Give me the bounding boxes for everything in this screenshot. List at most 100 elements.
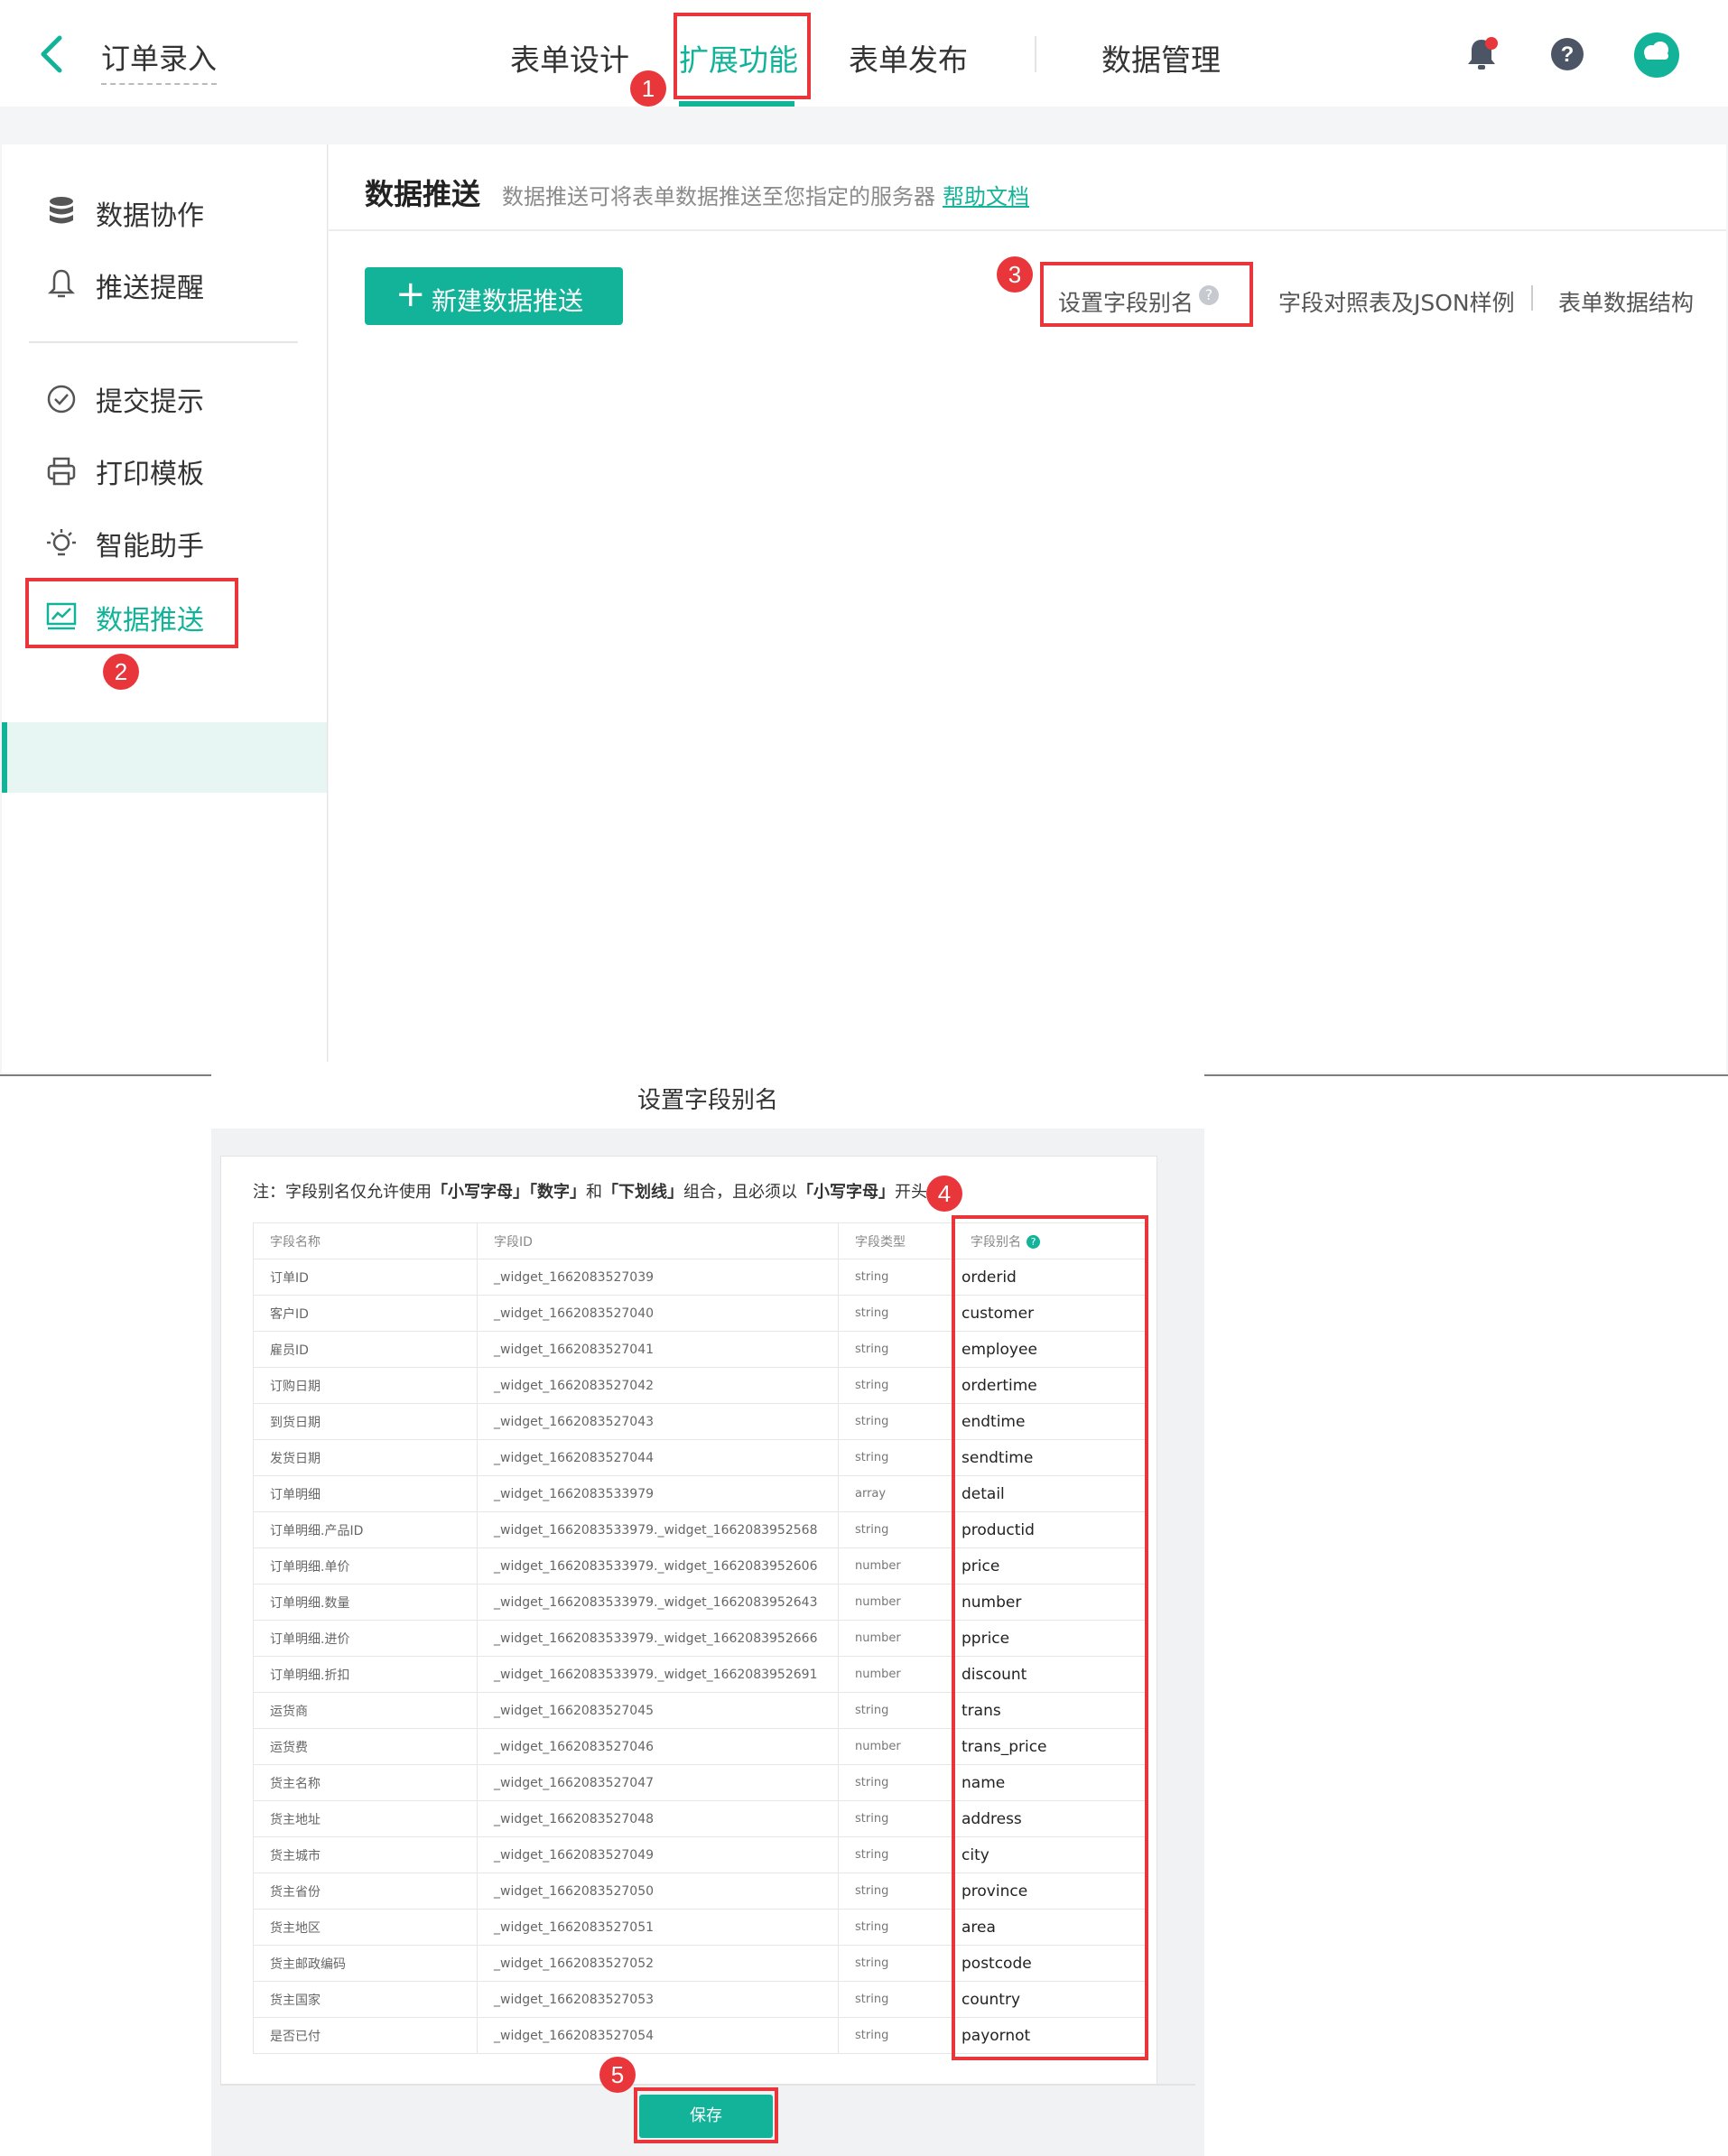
field-id-cell: _widget_1662083533979._widget_1662083952… (477, 1511, 839, 1548)
form-data-structure-link[interactable]: 表单数据结构 (1558, 285, 1694, 318)
field-name-cell: 运货商 (253, 1692, 478, 1729)
field-type-cell: string (838, 1873, 954, 1910)
field-type-cell: string (838, 1800, 954, 1837)
dialog-footer-divider (220, 2084, 1195, 2086)
link-divider (1531, 285, 1533, 311)
highlight-box-3 (1040, 262, 1253, 327)
field-id-cell: _widget_1662083527052 (477, 1945, 839, 1982)
tab-data-management[interactable]: 数据管理 (1101, 36, 1221, 79)
bell-icon[interactable] (1464, 36, 1499, 72)
new-data-push-button[interactable]: + 新建数据推送 (365, 267, 623, 325)
field-type-cell: string (838, 1764, 954, 1801)
field-id-cell: _widget_1662083533979._widget_1662083952… (477, 1584, 839, 1621)
highlight-box-5 (634, 2087, 778, 2143)
field-id-cell: _widget_1662083533979._widget_1662083952… (477, 1656, 839, 1693)
printer-icon (47, 457, 76, 486)
field-type-cell: number (838, 1584, 954, 1621)
field-id-cell: _widget_1662083527053 (477, 1981, 839, 2018)
field-name-cell: 订单明细 (253, 1475, 478, 1512)
sidebar-item-label: 推送提醒 (96, 273, 204, 304)
field-name-cell: 订单明细.产品ID (253, 1511, 478, 1548)
page-title: 数据推送 (365, 177, 481, 211)
field-id-cell: _widget_1662083527041 (477, 1331, 839, 1368)
column-header-field-id: 字段ID (477, 1222, 839, 1259)
field-id-cell: _widget_1662083527044 (477, 1439, 839, 1476)
field-name-cell: 到货日期 (253, 1403, 478, 1440)
highlight-box-1 (674, 13, 811, 99)
step-marker-5: 5 (599, 2057, 636, 2093)
sidebar-item-data-push[interactable] (2, 722, 327, 793)
bell-outline-icon (47, 269, 76, 298)
column-header-field-name: 字段名称 (253, 1222, 478, 1259)
field-type-cell: string (838, 1909, 954, 1946)
field-id-cell: _widget_1662083533979 (477, 1475, 839, 1512)
sidebar-item-label: 智能助手 (96, 531, 204, 562)
field-name-cell: 订单明细.折扣 (253, 1656, 478, 1693)
field-id-cell: _widget_1662083527043 (477, 1403, 839, 1440)
svg-text:?: ? (1561, 42, 1575, 67)
main-header-divider (329, 229, 1726, 231)
field-type-cell: string (838, 1981, 954, 2018)
field-name-cell: 货主地址 (253, 1800, 478, 1837)
field-id-cell: _widget_1662083527045 (477, 1692, 839, 1729)
nav-divider (1035, 36, 1036, 72)
field-id-cell: _widget_1662083527042 (477, 1367, 839, 1404)
field-type-cell: string (838, 2017, 954, 2054)
dialog-title: 设置字段别名 (636, 1087, 778, 1114)
field-name-cell: 雇员ID (253, 1331, 478, 1368)
avatar[interactable] (1634, 33, 1679, 78)
field-type-cell: string (838, 1836, 954, 1873)
field-id-cell: _widget_1662083527049 (477, 1836, 839, 1873)
field-name-cell: 客户ID (253, 1295, 478, 1332)
tab-form-design[interactable]: 表单设计 (510, 36, 629, 79)
sidebar-item-label: 数据协作 (96, 200, 204, 232)
check-circle-icon (47, 385, 76, 414)
field-id-cell: _widget_1662083527047 (477, 1764, 839, 1801)
field-id-cell: _widget_1662083527048 (477, 1800, 839, 1837)
database-icon (50, 197, 73, 224)
field-type-cell: string (838, 1439, 954, 1476)
step-marker-4: 4 (926, 1176, 962, 1212)
sidebar-item-label: 提交提示 (96, 386, 204, 418)
field-name-cell: 货主邮政编码 (253, 1945, 478, 1982)
field-type-cell: number (838, 1620, 954, 1657)
sidebar-item-smart-assistant[interactable] (2, 650, 327, 720)
field-type-cell: string (838, 1331, 954, 1368)
sidebar-item-label: 打印模板 (96, 459, 204, 490)
field-id-cell: _widget_1662083533979._widget_1662083952… (477, 1547, 839, 1584)
form-title[interactable]: 订单录入 (101, 36, 218, 85)
help-icon[interactable]: ? (1551, 38, 1584, 70)
field-id-cell: _widget_1662083527039 (477, 1259, 839, 1296)
field-type-cell: string (838, 1692, 954, 1729)
field-json-sample-link[interactable]: 字段对照表及JSON样例 (1278, 285, 1515, 318)
field-name-cell: 订单明细.数量 (253, 1584, 478, 1621)
plus-icon: + (395, 274, 426, 315)
page-description: 数据推送可将表单数据推送至您指定的服务器 (502, 184, 935, 209)
field-id-cell: _widget_1662083533979._widget_1662083952… (477, 1620, 839, 1657)
field-name-cell: 发货日期 (253, 1439, 478, 1476)
field-type-cell: string (838, 1945, 954, 1982)
back-arrow-icon[interactable] (38, 34, 65, 74)
sidebar-divider (29, 341, 298, 343)
tab-form-publish[interactable]: 表单发布 (849, 36, 968, 79)
field-name-cell: 货主地区 (253, 1909, 478, 1946)
step-marker-2: 2 (103, 654, 139, 690)
field-name-cell: 订购日期 (253, 1367, 478, 1404)
lightbulb-icon (47, 529, 76, 556)
step-marker-1: 1 (630, 70, 666, 107)
field-id-cell: _widget_1662083527040 (477, 1295, 839, 1332)
field-name-cell: 货主城市 (253, 1836, 478, 1873)
alias-rule-note: 注：字段别名仅允许使用「小写字母」「数字」和「下划线」组合，且必须以「小写字母」… (253, 1183, 927, 1202)
field-name-cell: 货主国家 (253, 1981, 478, 2018)
help-doc-link[interactable]: 帮助文档 (943, 179, 1029, 210)
field-type-cell: string (838, 1295, 954, 1332)
field-name-cell: 是否已付 (253, 2017, 478, 2054)
highlight-box-2 (25, 578, 238, 648)
field-type-cell: number (838, 1547, 954, 1584)
field-id-cell: _widget_1662083527046 (477, 1728, 839, 1765)
field-type-cell: string (838, 1403, 954, 1440)
field-name-cell: 订单ID (253, 1259, 478, 1296)
field-type-cell: string (838, 1511, 954, 1548)
field-id-cell: _widget_1662083527054 (477, 2017, 839, 2054)
field-type-cell: string (838, 1259, 954, 1296)
